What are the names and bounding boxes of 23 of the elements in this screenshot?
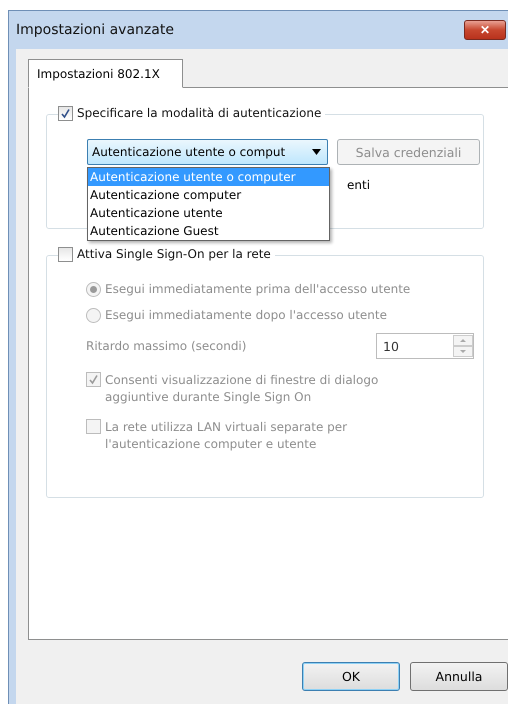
partly-covered-label: enti xyxy=(347,178,370,192)
dropdown-option[interactable]: Autenticazione Guest xyxy=(88,222,329,240)
caret-icon xyxy=(312,149,321,155)
checkbox[interactable] xyxy=(58,106,73,121)
checkbox[interactable] xyxy=(58,247,73,262)
radio-label: Esegui immediatamente dopo l'accesso utente xyxy=(105,307,387,324)
window-title: Impostazioni avanzate xyxy=(16,22,174,38)
checkbox-label: Consenti visualizzazione di finestre di dialogo aggiuntive durante Single Sign On xyxy=(105,372,380,406)
close-button[interactable]: ✕ xyxy=(464,20,506,40)
delay-value: 10 xyxy=(383,338,399,354)
dialog-button[interactable]: OK xyxy=(302,662,400,691)
dropdown-option[interactable]: Autenticazione utente xyxy=(88,204,329,222)
delay-label: Ritardo massimo (secondi) xyxy=(86,338,246,354)
dropdown-option[interactable]: Autenticazione computer xyxy=(88,186,329,204)
radio-label: Esegui immediatamente prima dell'accesso utente xyxy=(105,281,410,298)
dropdown-value: Autenticazione utente o comput xyxy=(92,145,286,159)
dialog-button[interactable]: Annulla xyxy=(410,662,508,691)
checkbox-label: Specificare la modalità di autenticazione xyxy=(77,105,322,122)
tab[interactable]: Impostazioni 802.1X xyxy=(28,59,183,88)
checkbox-label: Attiva Single Sign-On per la rete xyxy=(77,246,271,263)
auth-mode-dropdown[interactable]: Autenticazione utente o comput xyxy=(87,139,328,165)
spin-arrows-icon[interactable] xyxy=(453,335,473,357)
checkbox-label: La rete utilizza LAN virtuali separate per l'autenticazione computer e utente xyxy=(105,419,348,453)
